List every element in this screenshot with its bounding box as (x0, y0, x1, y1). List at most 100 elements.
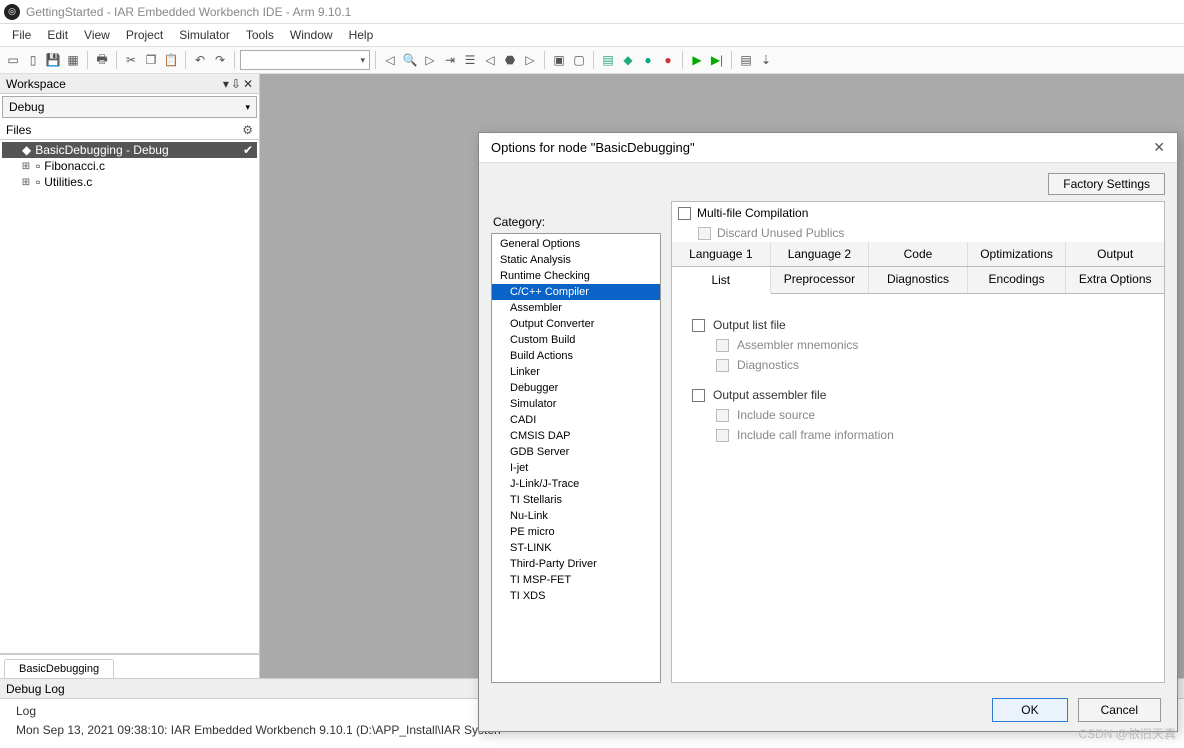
output-asm-checkbox[interactable] (692, 389, 705, 402)
bookmark-icon[interactable]: ☰ (461, 51, 479, 69)
expander-icon[interactable]: ▣ (6, 145, 18, 156)
print-icon[interactable]: 🖶 (93, 51, 111, 69)
category-item[interactable]: TI Stellaris (492, 492, 660, 508)
category-item[interactable]: Build Actions (492, 348, 660, 364)
diagnostics-label: Diagnostics (737, 358, 799, 372)
menu-help[interactable]: Help (341, 26, 382, 44)
titlebar: ◎ GettingStarted - IAR Embedded Workbenc… (0, 0, 1184, 24)
category-item[interactable]: GDB Server (492, 444, 660, 460)
category-item[interactable]: Assembler (492, 300, 660, 316)
factory-settings-button[interactable]: Factory Settings (1048, 173, 1165, 195)
category-item[interactable]: Static Analysis (492, 252, 660, 268)
compile-icon[interactable]: ◆ (619, 51, 637, 69)
nav-back-icon[interactable]: ◁ (381, 51, 399, 69)
category-item[interactable]: Third-Party Driver (492, 556, 660, 572)
tab-preprocessor[interactable]: Preprocessor (771, 267, 870, 293)
tab-language-1[interactable]: Language 1 (672, 242, 771, 266)
expander-icon[interactable]: ⊞ (20, 161, 32, 172)
category-item[interactable]: CMSIS DAP (492, 428, 660, 444)
category-item[interactable]: Linker (492, 364, 660, 380)
window-title: GettingStarted - IAR Embedded Workbench … (26, 5, 351, 19)
tab-output[interactable]: Output (1066, 242, 1164, 266)
tab-list[interactable]: List (672, 268, 771, 294)
project-tree[interactable]: ▣ ◆ BasicDebugging - Debug ✔ ⊞ ▫ Fibonac… (0, 140, 259, 654)
category-item[interactable]: Runtime Checking (492, 268, 660, 284)
debug-log-title: Debug Log (6, 682, 65, 696)
find-combo[interactable] (240, 50, 370, 70)
category-item[interactable]: J-Link/J-Trace (492, 476, 660, 492)
panel-dropdown-icon[interactable]: ▾ (223, 77, 229, 91)
nav-fwd-icon[interactable]: ▷ (421, 51, 439, 69)
category-list[interactable]: General OptionsStatic AnalysisRuntime Ch… (491, 233, 661, 683)
ok-button[interactable]: OK (992, 698, 1067, 722)
run-icon[interactable]: ▶ (688, 51, 706, 69)
tab-code[interactable]: Code (869, 242, 968, 266)
category-item[interactable]: Simulator (492, 396, 660, 412)
category-item[interactable]: TI XDS (492, 588, 660, 604)
category-item[interactable]: Output Converter (492, 316, 660, 332)
make-icon[interactable]: ● (639, 51, 657, 69)
menu-edit[interactable]: Edit (39, 26, 76, 44)
menu-file[interactable]: File (4, 26, 39, 44)
workspace-tab[interactable]: BasicDebugging (4, 659, 114, 678)
cut-icon[interactable]: ✂ (122, 51, 140, 69)
file-node[interactable]: ⊞ ▫ Utilities.c (2, 174, 257, 190)
saveall-icon[interactable]: ▦ (64, 51, 82, 69)
expander-icon[interactable]: ⊞ (20, 177, 32, 188)
find-icon[interactable]: 🔍 (401, 51, 419, 69)
copy-icon[interactable]: ❐ (142, 51, 160, 69)
close-icon[interactable]: ✕ (1153, 139, 1165, 156)
menu-project[interactable]: Project (118, 26, 171, 44)
category-item[interactable]: I-jet (492, 460, 660, 476)
tabs-row-2: ListPreprocessorDiagnosticsEncodingsExtr… (672, 267, 1164, 294)
panel-pin-icon[interactable]: ⇩ (231, 77, 241, 91)
nav-prev-icon[interactable]: ◁ (481, 51, 499, 69)
output-list-checkbox[interactable] (692, 319, 705, 332)
nav-next-icon[interactable]: ▷ (521, 51, 539, 69)
config-value: Debug (9, 100, 44, 114)
dialog-titlebar: Options for node "BasicDebugging" ✕ (479, 133, 1177, 163)
build-icon[interactable]: ▤ (599, 51, 617, 69)
tab-optimizations[interactable]: Optimizations (968, 242, 1067, 266)
tab-encodings[interactable]: Encodings (968, 267, 1067, 293)
open-icon[interactable]: ▯ (24, 51, 42, 69)
category-item[interactable]: PE micro (492, 524, 660, 540)
run-to-icon[interactable]: ▶| (708, 51, 726, 69)
category-item[interactable]: CADI (492, 412, 660, 428)
cancel-button[interactable]: Cancel (1078, 698, 1161, 722)
project-node[interactable]: ▣ ◆ BasicDebugging - Debug ✔ (2, 142, 257, 158)
new-icon[interactable]: ▭ (4, 51, 22, 69)
gear-icon[interactable]: ⚙ (242, 123, 253, 137)
config-select[interactable]: Debug (2, 96, 257, 118)
panel-close-icon[interactable]: ✕ (243, 77, 253, 91)
tab-extra-options[interactable]: Extra Options (1066, 267, 1164, 293)
paste-icon[interactable]: 📋 (162, 51, 180, 69)
category-item[interactable]: Debugger (492, 380, 660, 396)
app-icon: ◎ (4, 4, 20, 20)
stop-build-icon[interactable]: ● (659, 51, 677, 69)
menu-window[interactable]: Window (282, 26, 341, 44)
menu-view[interactable]: View (76, 26, 118, 44)
dialog-footer: OK Cancel (479, 689, 1177, 731)
category-item[interactable]: Custom Build (492, 332, 660, 348)
shield-icon[interactable]: ⬣ (501, 51, 519, 69)
save-icon[interactable]: 💾 (44, 51, 62, 69)
debug-icon[interactable]: ▤ (737, 51, 755, 69)
toggle2-icon[interactable]: ▢ (570, 51, 588, 69)
category-item[interactable]: ST-LINK (492, 540, 660, 556)
category-item[interactable]: General Options (492, 236, 660, 252)
menu-tools[interactable]: Tools (238, 26, 282, 44)
tab-diagnostics[interactable]: Diagnostics (869, 267, 968, 293)
category-item[interactable]: Nu-Link (492, 508, 660, 524)
undo-icon[interactable]: ↶ (191, 51, 209, 69)
attach-icon[interactable]: ⇣ (757, 51, 775, 69)
tab-language-2[interactable]: Language 2 (771, 242, 870, 266)
category-item[interactable]: C/C++ Compiler (492, 284, 660, 300)
menu-simulator[interactable]: Simulator (171, 26, 238, 44)
redo-icon[interactable]: ↷ (211, 51, 229, 69)
bookmark-next-icon[interactable]: ⇥ (441, 51, 459, 69)
category-item[interactable]: TI MSP-FET (492, 572, 660, 588)
file-node[interactable]: ⊞ ▫ Fibonacci.c (2, 158, 257, 174)
multifile-checkbox[interactable] (678, 207, 691, 220)
toggle-icon[interactable]: ▣ (550, 51, 568, 69)
